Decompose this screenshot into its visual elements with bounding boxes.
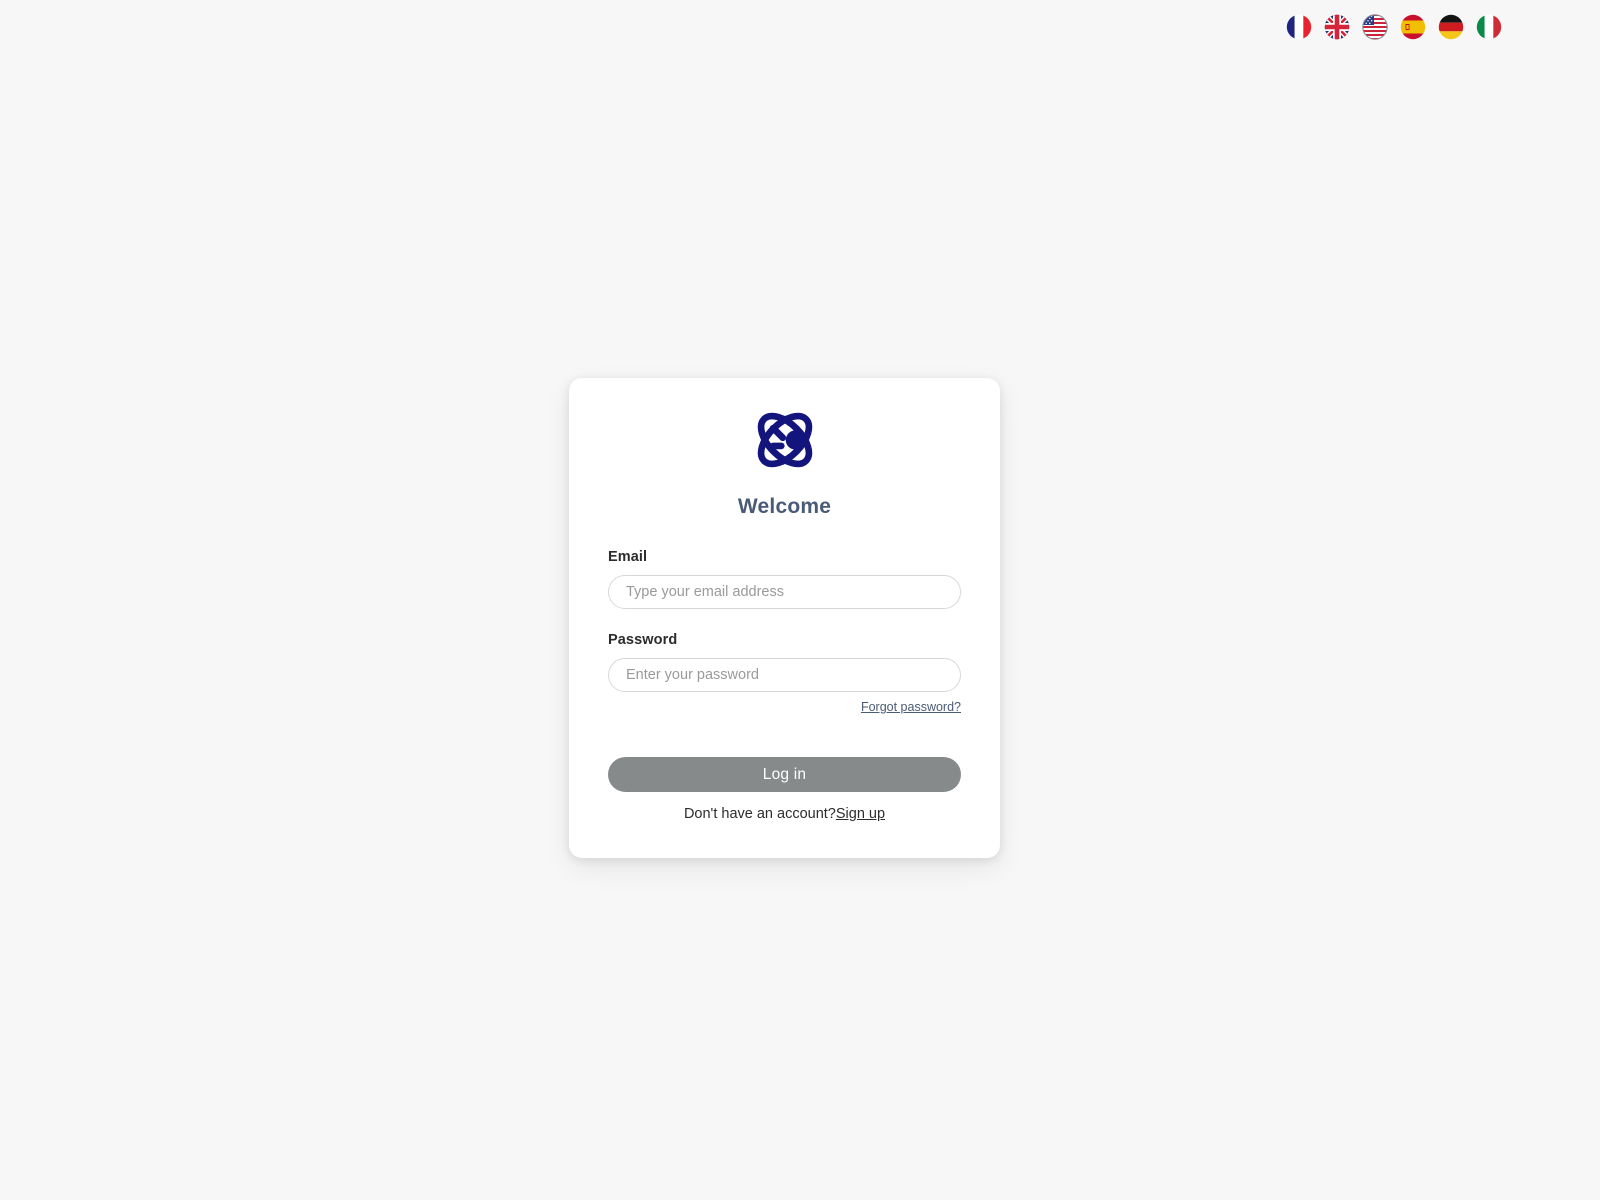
forgot-password-row: Forgot password? [608,700,961,714]
page-title: Welcome [737,495,832,518]
flag-usa-button[interactable] [1362,14,1388,40]
flag-uk-icon [1324,14,1350,40]
signup-prompt: Don't have an account? [683,806,836,822]
flag-spain-icon [1400,14,1426,40]
forgot-password-link[interactable]: Forgot password? [861,700,961,714]
login-form: Email Password Forgot password? Log in D… [608,549,961,822]
flag-uk-button[interactable] [1324,14,1350,40]
atom-orbit-logo-icon [757,412,812,468]
email-input[interactable] [608,575,961,609]
flag-germany-icon [1438,14,1464,40]
flag-france-button[interactable] [1286,14,1312,40]
login-card: Welcome Email Password Forgot password? … [569,378,1000,858]
flag-germany-button[interactable] [1438,14,1464,40]
signup-link[interactable]: Sign up [836,806,885,822]
flag-italy-button[interactable] [1476,14,1502,40]
password-input[interactable] [608,658,961,692]
flag-usa-icon [1362,14,1388,40]
flag-spain-button[interactable] [1400,14,1426,40]
email-label: Email [608,549,648,565]
email-field-group: Email [608,549,961,609]
password-label: Password [608,632,678,648]
flag-france-icon [1286,14,1312,40]
language-selector-bar [1286,0,1600,54]
brand-block: Welcome [608,378,961,519]
flag-italy-icon [1476,14,1502,40]
login-button[interactable]: Log in [608,757,961,792]
password-field-group: Password [608,632,961,692]
signup-row: Don't have an account?Sign up [608,806,961,822]
